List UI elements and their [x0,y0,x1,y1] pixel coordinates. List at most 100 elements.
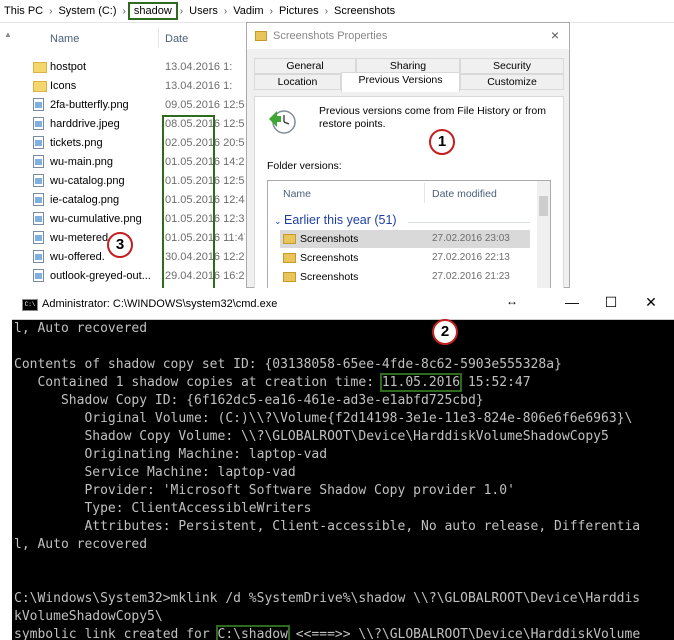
console-line: symbolic link created for C:\shadow <<==… [14,625,641,640]
dialog-title: Screenshots Properties [273,30,388,42]
breadcrumb: This PC › System (C:) › shadow › Users ›… [0,0,674,23]
image-file-icon [33,250,44,263]
folder-icon [283,272,296,282]
highlighted-link-path: C:\shadow [215,625,290,640]
callout-badge-1: 1 [429,129,455,155]
chevron-right-icon: › [324,5,329,17]
folder-icon [283,253,296,263]
console-line: Shadow Copy ID: {6f162dc5-ea16-461e-ad3e… [14,393,484,408]
tab-location[interactable]: Location [254,74,341,90]
image-file-icon [33,212,44,225]
callout-badge-3: 3 [107,232,133,258]
highlighted-creation-date: 11.05.2016 [379,373,463,392]
date-highlight-box [162,115,215,295]
minimize-button[interactable]: — [562,294,582,310]
file-row[interactable]: hostpot 13.04.2016 1: [0,58,246,77]
file-name: wu-main.png [50,156,113,168]
file-name: wu-catalog.png [50,175,125,187]
cmd-titlebar[interactable]: C:\ Administrator: C:\WINDOWS\system32\c… [12,288,674,320]
dialog-titlebar[interactable]: Screenshots Properties × [247,23,569,49]
column-header-date-modified[interactable]: Date modified [432,188,497,200]
vertical-scrollbar[interactable] [537,181,550,292]
breadcrumb-item-shadow[interactable]: shadow [127,2,178,20]
breadcrumb-item[interactable]: Screenshots [330,5,399,17]
console-line: Provider: 'Microsoft Software Shadow Cop… [14,483,515,498]
console-line: kVolumeShadowCopy5\ [14,609,163,624]
image-file-icon [33,117,44,130]
folder-icon [33,81,47,92]
file-row[interactable]: Icons 13.04.2016 1: [0,77,246,96]
tab-previous-versions[interactable]: Previous Versions [341,72,460,92]
resize-cursor-icon: ↔ [506,294,518,308]
versions-list: Name Date modified ⌄ Earlier this year (… [267,180,551,292]
column-divider[interactable] [158,28,159,48]
restore-clock-icon [269,110,296,134]
console-line: Contents of shadow copy set ID: {0313805… [14,357,562,372]
version-name: Screenshots [300,252,359,264]
version-name: Screenshots [300,233,359,245]
chevron-right-icon: › [49,5,53,17]
group-header[interactable]: ⌄ Earlier this year (51) [274,213,397,227]
breadcrumb-item[interactable]: Users [185,5,222,17]
file-row[interactable]: 2fa-butterfly.png 09.05.2016 12:52 [0,96,246,115]
folder-icon [283,234,296,244]
file-name: Icons [50,80,77,92]
file-name: tickets.png [50,137,103,149]
close-button[interactable]: × [551,27,559,43]
file-name: wu-cumulative.png [50,213,142,225]
group-header-label: Earlier this year (51) [284,213,397,227]
image-file-icon [33,98,44,111]
version-date: 27.02.2016 21:23 [432,271,510,282]
terminal-icon: C:\ [22,299,38,311]
file-name: ie-catalog.png [50,194,120,206]
console-line: Shadow Copy Volume: \\?\GLOBALROOT\Devic… [14,429,609,444]
version-name: Screenshots [300,271,359,283]
column-divider[interactable] [424,183,425,203]
chevron-right-icon: › [122,5,126,17]
chevron-right-icon: › [179,5,184,17]
image-file-icon [33,136,44,149]
console-line: l, Auto recovered [14,537,148,552]
file-name: wu-metered.png [50,232,130,244]
console-line: Contained 1 shadow copies at creation ti… [14,373,531,392]
console-line: Attributes: Persistent, Client-accessibl… [14,519,641,534]
tab-security[interactable]: Security [460,58,564,74]
breadcrumb-item[interactable]: Pictures [275,5,323,17]
breadcrumb-item[interactable]: System (C:) [54,5,120,17]
properties-dialog: Screenshots Properties × General Sharing… [246,22,570,292]
close-button[interactable]: ✕ [641,294,661,311]
column-header-name[interactable]: Name [283,188,311,200]
image-file-icon [33,231,44,244]
file-name: wu-offered. [50,251,105,263]
file-name: outlook-greyed-out... [50,270,151,282]
cmd-window: C:\ Administrator: C:\WINDOWS\system32\c… [12,288,674,640]
previous-versions-description: Previous versions come from File History… [319,105,546,130]
folder-icon [255,31,267,41]
cmd-window-title: Administrator: C:\WINDOWS\system32\cmd.e… [42,298,278,310]
tab-customize[interactable]: Customize [460,74,564,90]
console-line: Original Volume: (C:)\\?\Volume{f2d14198… [14,411,633,426]
scroll-up-icon[interactable]: ▲ [4,30,12,39]
version-date: 27.02.2016 23:03 [432,233,510,244]
breadcrumb-item[interactable]: This PC [0,5,47,17]
column-header-name[interactable]: Name [50,33,79,45]
console-line: Service Machine: laptop-vad [14,465,296,480]
file-name: hostpot [50,61,87,73]
version-row[interactable]: Screenshots 27.02.2016 23:03 [280,230,530,248]
image-file-icon [33,174,44,187]
version-row[interactable]: Screenshots 27.02.2016 22:13 [280,249,530,267]
scrollbar-thumb[interactable] [539,196,548,216]
maximize-button[interactable]: ☐ [601,294,621,311]
console-line: Type: ClientAccessibleWriters [14,501,312,516]
breadcrumb-item[interactable]: Vadim [229,5,267,17]
version-row[interactable]: Screenshots 27.02.2016 21:23 [280,268,530,286]
chevron-down-icon: ⌄ [274,216,285,226]
image-file-icon [33,193,44,206]
callout-badge-2: 2 [432,319,458,345]
console-line: l, Auto recovered [14,321,148,336]
file-name: 2fa-butterfly.png [50,99,129,111]
column-header-date[interactable]: Date [165,33,188,45]
file-date: 13.04.2016 1: [165,80,233,92]
tab-panel-previous-versions: Previous versions come from File History… [254,96,564,292]
console-output[interactable]: l, Auto recovered Contents of shadow copy… [14,320,670,640]
